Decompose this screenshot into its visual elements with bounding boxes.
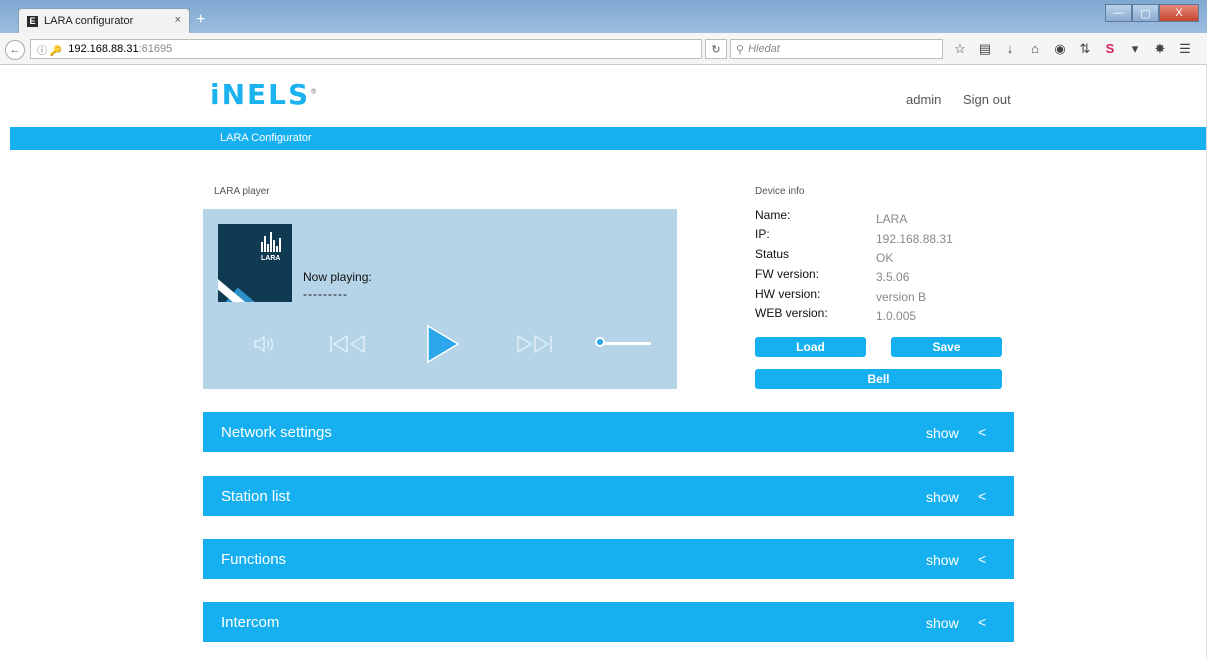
- minimize-button[interactable]: —: [1105, 4, 1132, 22]
- info-value: 1.0.005: [876, 309, 917, 323]
- show-toggle[interactable]: show: [926, 552, 959, 568]
- dropdown-icon[interactable]: ▾: [1127, 41, 1143, 57]
- user-name: admin: [906, 92, 942, 107]
- volume-slider[interactable]: [601, 342, 651, 345]
- favicon-icon: E: [27, 15, 38, 27]
- show-toggle[interactable]: show: [926, 489, 959, 505]
- info-key: Status: [755, 247, 790, 261]
- lara-player: LARA Now playing: ---------: [203, 209, 677, 389]
- search-placeholder: Hledat: [748, 43, 780, 55]
- extension-icon[interactable]: S: [1102, 41, 1118, 57]
- play-icon[interactable]: [421, 322, 463, 366]
- download-icon[interactable]: ↓: [1002, 41, 1018, 57]
- nav-title[interactable]: LARA Configurator: [220, 132, 312, 144]
- sign-out-link[interactable]: Sign out: [963, 92, 1011, 107]
- info-key: HW version:: [755, 287, 821, 301]
- reading-list-icon[interactable]: ▤: [977, 41, 993, 57]
- save-button[interactable]: Save: [891, 337, 1002, 357]
- chevron-left-icon[interactable]: <: [978, 488, 986, 504]
- url-port: :61695: [138, 43, 173, 55]
- window-controls: — ▢ X: [1105, 4, 1199, 22]
- reload-icon[interactable]: ↻: [705, 39, 727, 59]
- info-key: WEB version:: [755, 306, 828, 320]
- bookmark-star-icon[interactable]: ☆: [952, 41, 968, 57]
- browser-navbar: ← ⓘ 🔑 192.168.88.31:61695 ↻ ⚲ Hledat ☆ ▤…: [0, 33, 1207, 65]
- chevron-left-icon[interactable]: <: [978, 614, 986, 630]
- accordion-title: Intercom: [221, 614, 280, 631]
- sync-icon[interactable]: ⇅: [1077, 41, 1093, 57]
- album-art: LARA: [218, 224, 292, 302]
- info-value: 192.168.88.31: [876, 232, 953, 246]
- volume-icon[interactable]: [251, 331, 279, 357]
- chevron-left-icon[interactable]: <: [978, 424, 986, 440]
- pocket-icon[interactable]: ◉: [1052, 41, 1068, 57]
- search-input[interactable]: ⚲ Hledat: [730, 39, 943, 59]
- info-value: LARA: [876, 212, 908, 226]
- info-value: 3.5.06: [876, 270, 910, 284]
- browser-tab[interactable]: E LARA configurator ×: [18, 8, 190, 33]
- home-icon[interactable]: ⌂: [1027, 41, 1043, 57]
- tab-title: LARA configurator: [44, 15, 134, 27]
- accordion-intercom[interactable]: Intercom show <: [203, 602, 1014, 642]
- info-key: Name:: [755, 208, 791, 222]
- player-section-label: LARA player: [214, 186, 270, 197]
- accordion-network-settings[interactable]: Network settings show <: [203, 412, 1014, 452]
- next-icon[interactable]: [513, 331, 555, 357]
- close-tab-icon[interactable]: ×: [175, 14, 181, 26]
- bell-button[interactable]: Bell: [755, 369, 1002, 389]
- accordion-title: Functions: [221, 551, 287, 568]
- accordion-station-list[interactable]: Station list show <: [203, 476, 1014, 516]
- now-playing-value: ---------: [303, 287, 348, 301]
- chevron-left-icon[interactable]: <: [978, 551, 986, 567]
- maximize-button[interactable]: ▢: [1132, 4, 1159, 22]
- browser-titlebar: E LARA configurator × + — ▢ X: [0, 0, 1207, 33]
- equalizer-icon: [261, 232, 281, 252]
- search-icon: ⚲: [736, 43, 745, 56]
- site-info-icon[interactable]: ⓘ 🔑: [37, 42, 62, 57]
- nav-bar: LARA Configurator: [10, 127, 1207, 150]
- toolbar-icons: ☆ ▤ ↓ ⌂ ◉ ⇅ S ▾ ✸ ☰: [952, 41, 1193, 57]
- previous-icon[interactable]: [328, 331, 368, 357]
- accordion-title: Network settings: [221, 424, 332, 441]
- info-key: IP:: [755, 227, 770, 241]
- menu-icon[interactable]: ☰: [1177, 41, 1193, 57]
- info-key: FW version:: [755, 267, 820, 281]
- show-toggle[interactable]: show: [926, 615, 959, 631]
- info-value: version B: [876, 290, 927, 304]
- load-button[interactable]: Load: [755, 337, 866, 357]
- inels-logo: iNELS®: [210, 78, 320, 111]
- info-value: OK: [876, 251, 894, 265]
- now-playing-label: Now playing:: [303, 270, 372, 284]
- show-toggle[interactable]: show: [926, 425, 959, 441]
- device-info-label: Device info: [755, 186, 805, 197]
- volume-slider-handle[interactable]: [595, 337, 605, 347]
- accordion-functions[interactable]: Functions show <: [203, 539, 1014, 579]
- addon-icon[interactable]: ✸: [1152, 41, 1168, 57]
- close-window-button[interactable]: X: [1159, 4, 1199, 22]
- address-bar[interactable]: ⓘ 🔑 192.168.88.31:61695: [30, 39, 702, 59]
- album-label: LARA: [261, 255, 281, 262]
- accordion-title: Station list: [221, 488, 291, 505]
- back-button[interactable]: ←: [5, 40, 25, 60]
- new-tab-button[interactable]: +: [196, 11, 205, 29]
- url-host: 192.168.88.31: [68, 43, 139, 55]
